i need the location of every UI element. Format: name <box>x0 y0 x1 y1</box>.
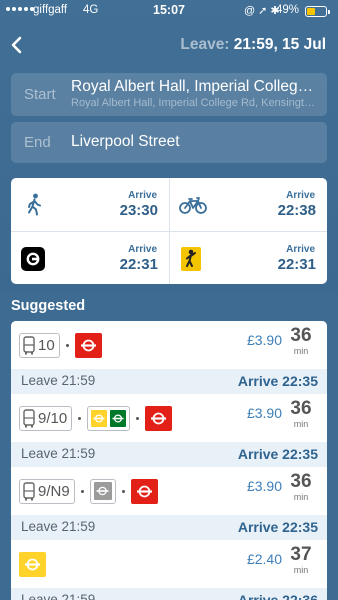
bus-number: 10 <box>38 336 55 354</box>
route-summary: 10 £3.90 36 min <box>11 321 327 369</box>
route-arrive-time: Arrive 22:35 <box>237 373 318 389</box>
mode-uber[interactable]: Arrive 22:31 <box>11 231 169 284</box>
status-bar: giffgaff 4G 15:07 @➚✱ 49% <box>0 0 338 22</box>
route-legs: 10 <box>19 332 102 358</box>
end-field[interactable]: End Liverpool Street <box>11 122 327 163</box>
bus-leg: 9/10 <box>19 405 73 431</box>
tube-lines <box>89 478 116 504</box>
route-duration: 36 min <box>286 471 316 502</box>
route-price: £3.90 <box>246 332 282 348</box>
route-leave-time: Leave 21:59 <box>21 373 96 388</box>
route-times: Leave 21:59 Arrive 22:35 <box>11 515 327 540</box>
mode-taxi[interactable]: Arrive 22:31 <box>169 231 327 284</box>
start-label: Start <box>24 86 56 103</box>
duration-unit: min <box>293 492 309 502</box>
suggested-heading: Suggested <box>11 298 86 314</box>
uber-icon <box>21 247 45 271</box>
route-arrive-time: Arrive 22:35 <box>237 519 318 535</box>
arrive-label: Arrive <box>128 244 157 255</box>
route-price: £3.90 <box>246 478 282 494</box>
duration-value: 36 <box>290 471 312 492</box>
route-summary: £2.40 37 min <box>11 540 327 588</box>
arrive-time: 22:31 <box>277 256 316 273</box>
route-leave-time: Leave 21:59 <box>21 446 96 461</box>
arrive-label: Arrive <box>286 190 315 201</box>
bus-leg: 9/N9 <box>19 478 75 504</box>
district-line-icon <box>110 409 127 427</box>
route-legs: 9/N9 <box>19 478 158 504</box>
leg-separator <box>136 416 140 420</box>
leave-label: Leave: <box>180 36 230 53</box>
route-times: Leave 21:59 Arrive 22:36 <box>11 588 327 600</box>
leave-value: 21:59, 15 Jul <box>233 36 326 53</box>
travel-modes-card: Arrive 23:30 Arrive 22:38 Arrive 22:31 A… <box>11 178 327 284</box>
leg-separator <box>121 489 125 493</box>
bicycle-icon <box>179 197 207 214</box>
route-legs <box>19 551 46 577</box>
duration-unit: min <box>293 419 309 429</box>
duration-value: 37 <box>290 544 312 565</box>
route-duration: 37 min <box>286 544 316 575</box>
battery-icon <box>305 6 330 17</box>
route-summary: 9/N9 £3.90 36 min <box>11 467 327 515</box>
mode-cycle[interactable]: Arrive 22:38 <box>169 178 327 231</box>
bus-icon <box>23 481 35 500</box>
leave-time-selector[interactable]: Leave: 21:59, 15 Jul <box>180 36 326 54</box>
route-times: Leave 21:59 Arrive 22:35 <box>11 369 327 394</box>
leg-separator <box>78 416 82 420</box>
route-duration: 36 min <box>286 398 316 429</box>
duration-unit: min <box>293 346 309 356</box>
mode-walk[interactable]: Arrive 23:30 <box>11 178 169 231</box>
route-legs: 9/10 <box>19 405 173 431</box>
duration-value: 36 <box>290 398 312 419</box>
duration-unit: min <box>293 565 309 575</box>
arrive-time: 22:31 <box>119 256 158 273</box>
walk-icon <box>28 193 41 216</box>
route-price: £2.40 <box>246 551 282 567</box>
route-leave-time: Leave 21:59 <box>21 519 96 534</box>
chevron-left-icon[interactable] <box>9 35 25 55</box>
route-times: Leave 21:59 Arrive 22:35 <box>11 442 327 467</box>
circle-line-icon <box>91 409 108 427</box>
bus-icon <box>23 335 35 354</box>
circle-line-icon <box>19 551 46 577</box>
arrive-label: Arrive <box>128 190 157 201</box>
end-label: End <box>24 134 51 151</box>
end-value: Liverpool Street <box>71 133 180 150</box>
rail-line-icon <box>93 482 112 500</box>
bus-leg: 10 <box>19 332 60 358</box>
route-duration: 36 min <box>286 325 316 356</box>
start-field[interactable]: Start Royal Albert Hall, Imperial Colleg… <box>11 73 327 116</box>
leg-separator <box>65 343 69 347</box>
location-icon: ➚ <box>258 5 271 17</box>
underground-icon <box>74 332 102 358</box>
route-price: £3.90 <box>246 405 282 421</box>
orientation-lock-icon: @ <box>244 5 259 17</box>
arrive-time: 22:38 <box>277 202 316 219</box>
battery-level <box>307 8 316 15</box>
arrive-label: Arrive <box>286 244 315 255</box>
tube-lines <box>87 405 131 431</box>
taxi-icon <box>181 247 201 271</box>
underground-icon <box>130 478 158 504</box>
underground-icon <box>145 405 173 431</box>
route-leave-time: Leave 21:59 <box>21 592 96 600</box>
route-arrive-time: Arrive 22:36 <box>237 592 318 600</box>
bus-icon <box>23 408 35 427</box>
start-value: Royal Albert Hall, Imperial College Rd, … <box>71 78 321 95</box>
route-summary: 9/10 £3.90 36 min <box>11 394 327 442</box>
leg-separator <box>80 489 84 493</box>
battery-percent: 49% <box>276 4 300 16</box>
bus-number: 9/N9 <box>38 482 70 500</box>
bus-number: 9/10 <box>38 409 68 427</box>
start-detail: Royal Albert Hall, Imperial College Rd, … <box>71 97 321 109</box>
suggested-routes-list: 10 £3.90 36 min Leave 21:59 Arrive 22:35… <box>11 321 327 600</box>
route-arrive-time: Arrive 22:35 <box>237 446 318 462</box>
arrive-time: 23:30 <box>119 202 158 219</box>
duration-value: 36 <box>290 325 312 346</box>
